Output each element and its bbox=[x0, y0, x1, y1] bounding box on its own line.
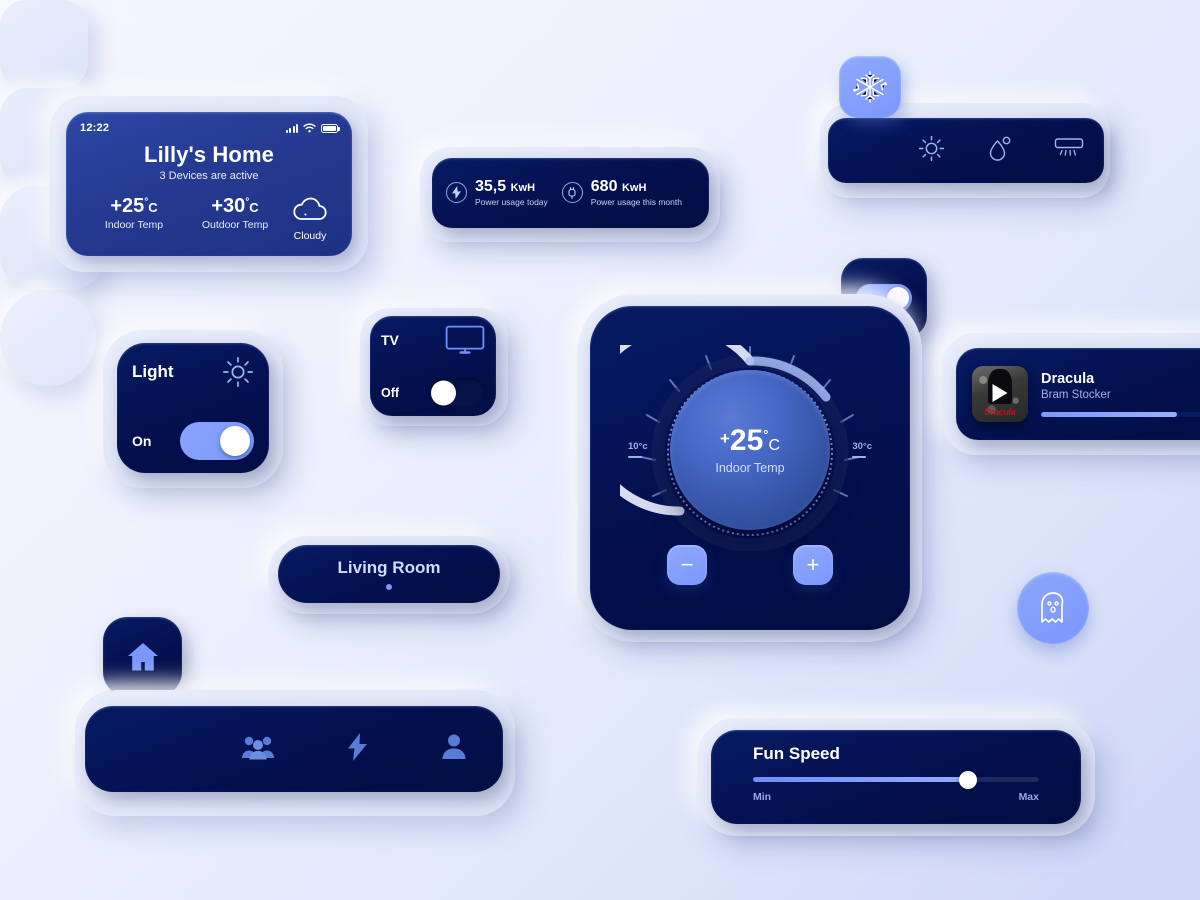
media-progress-fill bbox=[1041, 412, 1178, 417]
tv-card-footer: Off bbox=[381, 378, 485, 407]
sun-icon bbox=[919, 135, 945, 161]
nav-item-profile[interactable] bbox=[441, 733, 467, 765]
fan-speed-title: Fun Speed bbox=[753, 744, 840, 763]
power-today-metric: 35,5 KwH Power usage today bbox=[446, 178, 548, 207]
cooling-tile-frame bbox=[0, 0, 88, 88]
outdoor-temp-value: +30°C bbox=[211, 195, 259, 217]
thermostat-buttons: − + bbox=[590, 545, 910, 585]
bolt-icon bbox=[446, 182, 467, 204]
toggle-knob bbox=[431, 380, 456, 405]
light-card-header: Light bbox=[132, 356, 254, 388]
living-room-button[interactable]: Living Room bbox=[278, 545, 500, 603]
ui-kit-canvas: 12:22 Lilly's Home 3 Devices are active … bbox=[0, 0, 1200, 900]
weather-block: Cloudy bbox=[286, 195, 334, 242]
fan-min-label: Min bbox=[753, 791, 772, 803]
mode-heat-button[interactable] bbox=[918, 135, 945, 167]
ac-unit-icon bbox=[1054, 138, 1083, 156]
home-summary-card[interactable]: 12:22 Lilly's Home 3 Devices are active … bbox=[66, 112, 352, 256]
nav-item-family[interactable] bbox=[241, 734, 275, 765]
power-today-text: 35,5 KwH Power usage today bbox=[475, 178, 548, 207]
power-month-value: 680 KwH bbox=[590, 178, 647, 196]
thermostat-min-label: 10°c bbox=[628, 441, 648, 458]
light-title: Light bbox=[132, 362, 174, 381]
fan-speed-slider[interactable] bbox=[753, 770, 1039, 789]
home-title: Lilly's Home bbox=[144, 142, 274, 167]
temperature-row: +25°C Indoor Temp +30°C Outdoor Temp Clo… bbox=[80, 195, 338, 242]
play-icon[interactable] bbox=[992, 383, 1008, 402]
status-bar: 12:22 bbox=[80, 121, 340, 135]
thermostat-max-label: 30°c bbox=[852, 441, 872, 458]
media-info: Dracula Bram Stocker bbox=[1041, 371, 1200, 417]
light-card-footer: On bbox=[132, 422, 254, 460]
power-today-label: Power usage today bbox=[475, 196, 548, 207]
tv-toggle-switch[interactable] bbox=[429, 378, 485, 407]
person-icon bbox=[442, 734, 466, 759]
fan-speed-fill bbox=[753, 777, 968, 782]
light-state-label: On bbox=[132, 433, 152, 449]
nav-item-energy[interactable] bbox=[347, 732, 368, 766]
power-month-text: 680 KwH Power usage this month bbox=[590, 178, 682, 207]
media-author: Bram Stocker bbox=[1041, 389, 1111, 401]
thermostat-value: +25°C bbox=[719, 423, 781, 457]
active-devices-label: 3 Devices are active bbox=[159, 170, 259, 182]
signal-bars-icon bbox=[285, 123, 298, 133]
fan-speed-card[interactable]: Fun Speed Min Max bbox=[711, 730, 1081, 824]
power-month-label: Power usage this month bbox=[590, 196, 682, 207]
ghost-button[interactable] bbox=[1017, 572, 1089, 644]
tv-control-card[interactable]: TV Off bbox=[370, 316, 496, 416]
tv-card-header: TV bbox=[381, 325, 485, 355]
power-usage-card[interactable]: 35,5 KwH Power usage today 680 KwH Power… bbox=[432, 158, 709, 228]
fan-max-label: Max bbox=[1018, 791, 1039, 803]
fan-speed-handle[interactable] bbox=[958, 770, 977, 789]
climate-mode-bar[interactable] bbox=[828, 118, 1104, 183]
battery-icon bbox=[321, 123, 340, 133]
cover-title-text: Dracula bbox=[984, 407, 1016, 417]
home-tile-button[interactable] bbox=[103, 617, 182, 696]
light-toggle-switch[interactable] bbox=[180, 422, 254, 460]
fan-speed-scale: Min Max bbox=[753, 791, 1039, 803]
ghost-button-frame bbox=[0, 290, 96, 386]
power-month-metric: 680 KwH Power usage this month bbox=[561, 178, 682, 207]
cloud-icon bbox=[293, 197, 327, 220]
tv-icon bbox=[445, 325, 485, 354]
mode-ac-button[interactable] bbox=[1054, 137, 1084, 164]
sun-icon bbox=[222, 356, 254, 388]
thermostat-dial[interactable]: +25°C Indoor Temp 10°c 30°c bbox=[620, 345, 880, 555]
media-title: Dracula bbox=[1041, 371, 1095, 387]
outdoor-temp-block: +30°C Outdoor Temp bbox=[184, 195, 286, 231]
temperature-decrease-button[interactable]: − bbox=[667, 545, 707, 585]
tv-title: TV bbox=[381, 332, 399, 348]
thermostat-knob[interactable]: +25°C Indoor Temp bbox=[670, 370, 830, 530]
humidity-drop-icon bbox=[989, 136, 1011, 161]
temperature-increase-button[interactable]: + bbox=[793, 545, 833, 585]
weather-label: Cloudy bbox=[293, 230, 327, 242]
active-dot-indicator bbox=[386, 584, 392, 590]
book-cover-thumbnail[interactable]: Dracula bbox=[972, 366, 1028, 422]
indoor-temp-value: +25°C bbox=[110, 195, 158, 217]
indoor-temp-block: +25°C Indoor Temp bbox=[84, 195, 184, 231]
home-icon bbox=[127, 642, 158, 670]
indoor-temp-label: Indoor Temp bbox=[104, 219, 164, 231]
audiobook-player-card[interactable]: Dracula Dracula Bram Stocker bbox=[956, 348, 1200, 440]
status-icons bbox=[285, 123, 340, 133]
tv-state-label: Off bbox=[381, 385, 400, 400]
cooling-mode-tile[interactable] bbox=[839, 56, 901, 118]
ghost-icon bbox=[1041, 592, 1064, 623]
wifi-icon bbox=[303, 123, 316, 133]
thermostat-label: Indoor Temp bbox=[715, 460, 785, 475]
toggle-knob bbox=[220, 426, 250, 456]
snowflake-icon bbox=[853, 71, 887, 103]
plug-icon bbox=[561, 182, 583, 204]
mode-humidity-button[interactable] bbox=[986, 134, 1013, 167]
bolt-icon bbox=[347, 732, 367, 761]
light-control-card[interactable]: Light On bbox=[117, 343, 269, 473]
status-clock: 12:22 bbox=[80, 122, 110, 134]
outdoor-temp-label: Outdoor Temp bbox=[201, 219, 269, 231]
bottom-nav-bar[interactable] bbox=[85, 706, 503, 792]
living-room-label: Living Room bbox=[337, 558, 441, 577]
people-group-icon bbox=[242, 736, 275, 759]
media-progress-bar[interactable] bbox=[1041, 412, 1200, 417]
power-today-value: 35,5 KwH bbox=[475, 178, 536, 196]
